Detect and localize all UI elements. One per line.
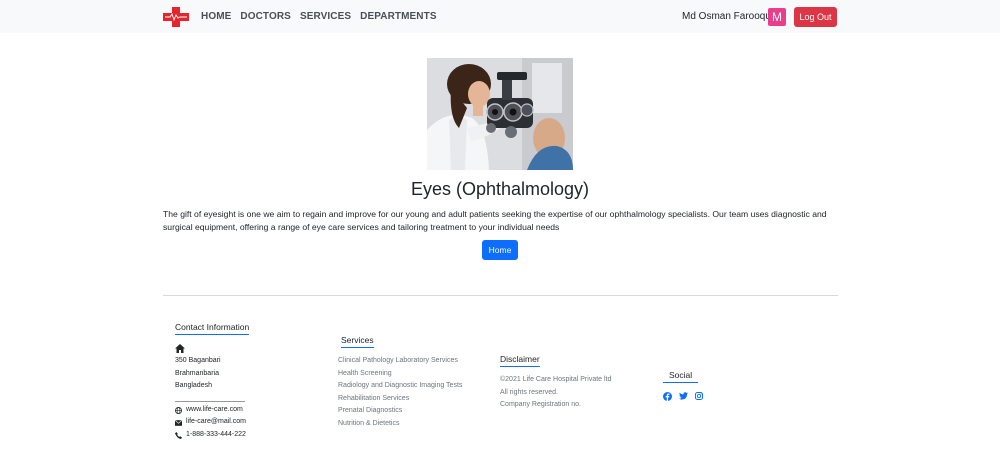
email-link[interactable]: life-care@mail.com	[186, 418, 246, 425]
twitter-icon[interactable]	[679, 392, 688, 400]
page-title: Eyes (Ophthalmology)	[410, 179, 590, 199]
nav-services-link[interactable]: SERVICES	[300, 11, 351, 22]
website-link[interactable]: www.life-care.com	[186, 406, 243, 413]
contact-heading: Contact Information	[175, 322, 250, 335]
contact-separator	[175, 401, 245, 402]
footer-divider	[163, 295, 838, 296]
service-item[interactable]: Clinical Pathology Laboratory Services	[338, 357, 458, 364]
service-item[interactable]: Rehabilitation Services	[338, 395, 409, 402]
facebook-icon[interactable]	[663, 392, 672, 401]
phone-number[interactable]: 1-888-333-444-222	[186, 431, 246, 438]
hospital-cross-logo-icon[interactable]	[163, 7, 189, 27]
instagram-icon[interactable]	[695, 392, 703, 400]
copyright-text: ©2021 Life Care Hospital Private ltd	[500, 376, 612, 383]
nav-home-link[interactable]: HOME	[201, 11, 231, 22]
service-item[interactable]: Prenatal Diagnostics	[338, 407, 402, 414]
social-heading: Social	[663, 370, 699, 383]
disclaimer-heading: Disclaimer	[500, 354, 540, 367]
phone-icon	[175, 432, 182, 439]
address-line-3: Bangladesh	[175, 382, 212, 389]
service-item[interactable]: Radiology and Diagnostic Imaging Tests	[338, 382, 462, 389]
nav-departments-link[interactable]: DEPARTMENTS	[360, 11, 436, 22]
nav-doctors-link[interactable]: DOCTORS	[240, 11, 291, 22]
ophthalmology-hero-image	[427, 58, 573, 170]
nav-links: HOME DOCTORS SERVICES DEPARTMENTS	[201, 11, 437, 22]
navbar: HOME DOCTORS SERVICES DEPARTMENTS Md Osm…	[0, 0, 1000, 33]
rights-text: All rights reserved.	[500, 389, 558, 396]
service-item[interactable]: Nutrition & Dietetics	[338, 420, 399, 427]
globe-icon	[175, 407, 182, 414]
home-icon	[175, 344, 185, 353]
service-item[interactable]: Health Screening	[338, 370, 392, 377]
envelope-icon	[175, 420, 182, 426]
address-line-1: 350 Baganbari	[175, 357, 221, 364]
department-description: The gift of eyesight is one we aim to re…	[163, 209, 827, 232]
avatar[interactable]: M	[768, 8, 786, 26]
home-button[interactable]: Home	[482, 240, 518, 260]
registration-text: Company Registration no.	[500, 401, 581, 408]
address-line-2: Brahmanbaria	[175, 370, 219, 377]
logout-button[interactable]: Log Out	[794, 7, 837, 27]
services-heading: Services	[341, 335, 374, 348]
user-name: Md Osman Farooque	[682, 11, 777, 22]
